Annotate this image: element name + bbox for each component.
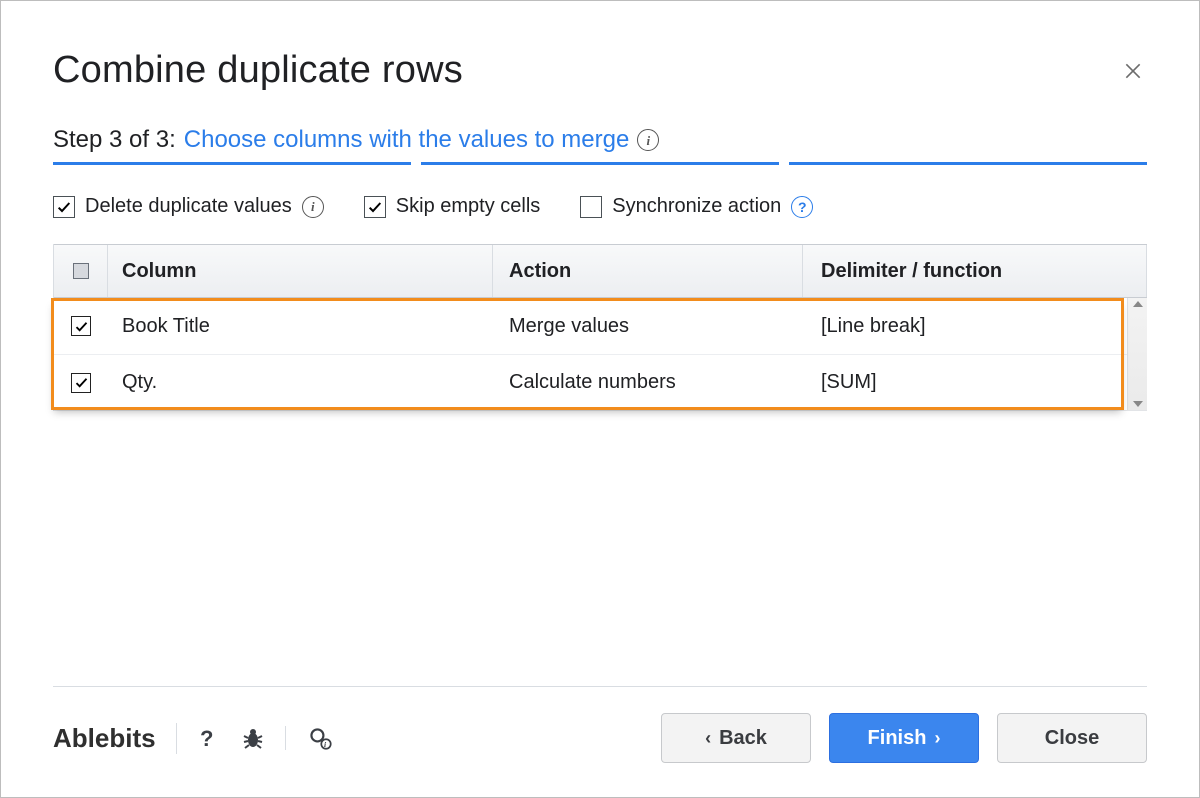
option-synchronize-action: Synchronize action ? (580, 195, 813, 218)
progress-segment-2 (421, 162, 779, 165)
table-header-row: Column Action Delimiter / function (54, 244, 1147, 298)
row-column-name: Book Title (108, 315, 493, 338)
step-indicator: Step 3 of 3: Choose columns with the val… (53, 126, 1147, 154)
button-label: Close (1045, 727, 1099, 750)
step-description: Choose columns with the values to merge (184, 126, 630, 154)
table-row[interactable]: Book Title Merge values [Line break] (54, 298, 1147, 354)
title-row: Combine duplicate rows (53, 49, 1147, 92)
footer-tool-icons: ? (195, 726, 286, 750)
brand-logo: Ablebits (53, 723, 177, 754)
chevron-left-icon: ‹ (705, 728, 711, 749)
option-label: Synchronize action (612, 195, 781, 218)
help-question-icon[interactable]: ? (195, 726, 219, 750)
row-action[interactable]: Calculate numbers (493, 371, 803, 394)
dialog-title: Combine duplicate rows (53, 49, 463, 92)
row-checkbox[interactable] (71, 373, 91, 393)
svg-text:?: ? (200, 726, 213, 750)
close-button[interactable]: Close (997, 713, 1147, 763)
row-delimiter[interactable]: [Line break] (803, 315, 1147, 338)
table-body: Book Title Merge values [Line break] Qty… (54, 298, 1147, 411)
table-header-checkbox-cell (54, 245, 108, 297)
chevron-right-icon: › (934, 728, 940, 749)
scroll-down-icon[interactable] (1133, 401, 1143, 407)
dialog-footer: Ablebits ? (53, 686, 1147, 763)
table-header-column[interactable]: Column (108, 245, 493, 297)
info-icon[interactable]: i (302, 196, 324, 218)
row-delimiter[interactable]: [SUM] (803, 371, 1147, 394)
checkbox-skip-empty-cells[interactable] (364, 196, 386, 218)
option-label: Skip empty cells (396, 195, 541, 218)
find-info-icon[interactable]: i (308, 726, 332, 750)
columns-table: Column Action Delimiter / function Book … (53, 244, 1147, 411)
checkbox-delete-duplicate-values[interactable] (53, 196, 75, 218)
checkbox-synchronize-action[interactable] (580, 196, 602, 218)
scroll-up-icon[interactable] (1133, 301, 1143, 307)
bug-icon[interactable] (241, 726, 265, 750)
step-progress (53, 162, 1147, 165)
select-all-checkbox[interactable] (73, 263, 89, 279)
close-icon[interactable] (1119, 57, 1147, 85)
finish-button[interactable]: Finish › (829, 713, 979, 763)
row-checkbox[interactable] (71, 316, 91, 336)
button-label: Finish (868, 727, 927, 750)
row-column-name: Qty. (108, 371, 493, 394)
table-header-action[interactable]: Action (493, 245, 803, 297)
step-prefix: Step 3 of 3: (53, 126, 176, 154)
option-skip-empty-cells: Skip empty cells (364, 195, 541, 218)
row-action[interactable]: Merge values (493, 315, 803, 338)
button-label: Back (719, 727, 767, 750)
table-header-delimiter[interactable]: Delimiter / function (803, 245, 1147, 297)
option-delete-duplicate-values: Delete duplicate values i (53, 195, 324, 218)
option-label: Delete duplicate values (85, 195, 292, 218)
info-icon[interactable]: i (637, 129, 659, 151)
progress-segment-1 (53, 162, 411, 165)
progress-segment-3 (789, 162, 1147, 165)
options-row: Delete duplicate values i Skip empty cel… (53, 195, 1147, 218)
combine-duplicate-rows-dialog: Combine duplicate rows Step 3 of 3: Choo… (0, 0, 1200, 798)
vertical-scrollbar[interactable] (1127, 298, 1147, 410)
back-button[interactable]: ‹ Back (661, 713, 811, 763)
table-row[interactable]: Qty. Calculate numbers [SUM] (54, 354, 1147, 410)
help-icon[interactable]: ? (791, 196, 813, 218)
